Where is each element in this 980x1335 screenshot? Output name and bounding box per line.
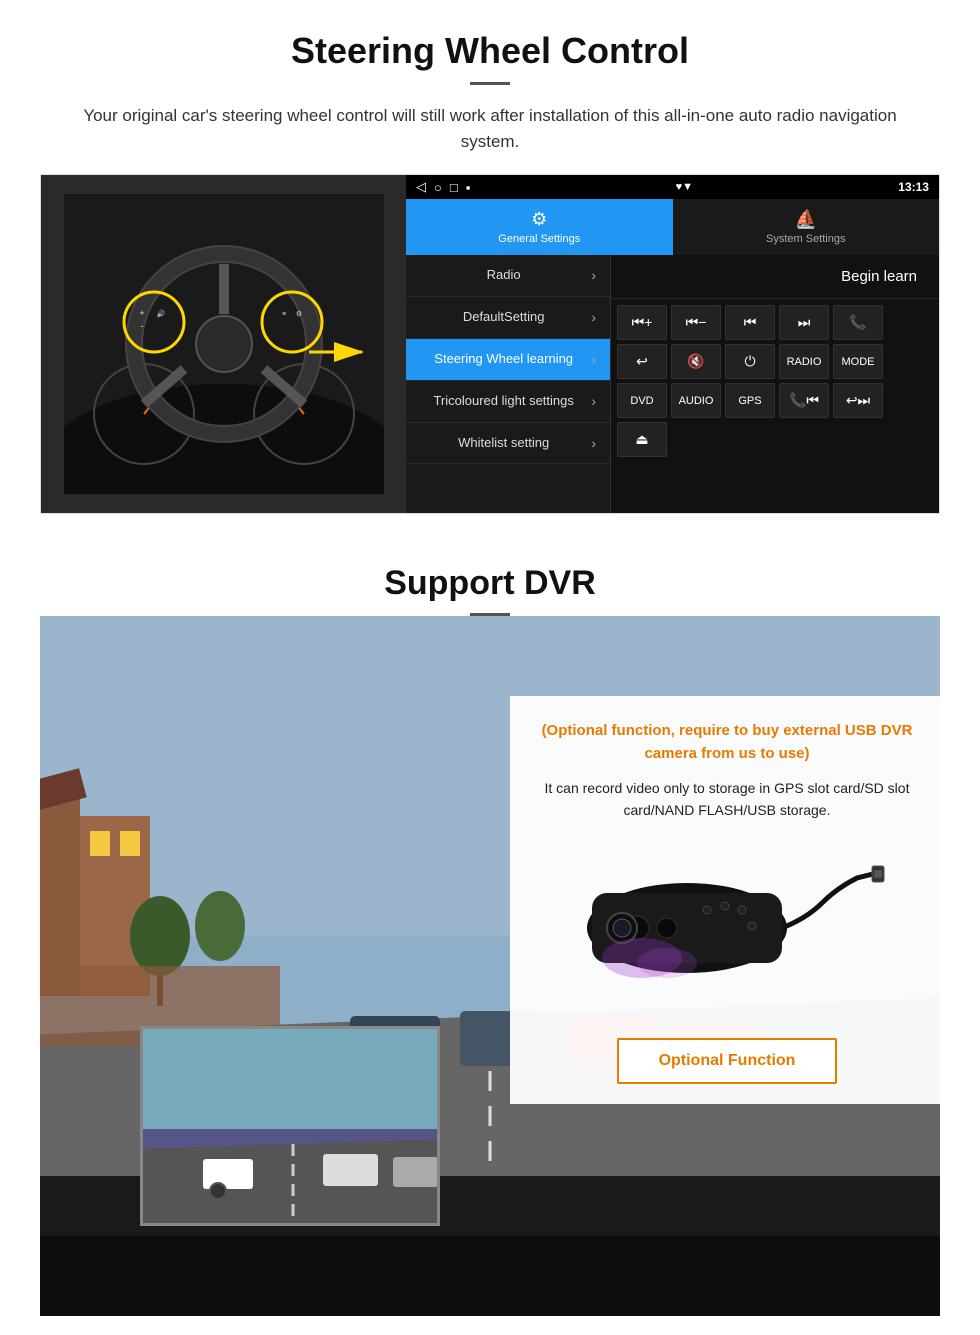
android-ui-panel: ◁ ○ □ ▪ ♥▼ 13:13 ⚙ General Settings ⛵ <box>406 175 939 513</box>
prev-icon: ⏮ <box>744 314 757 331</box>
svg-text:🔊: 🔊 <box>156 309 165 318</box>
gps-label: GPS <box>738 395 761 407</box>
dvr-camera-illustration <box>538 838 916 1018</box>
menu-icon[interactable]: ▪ <box>466 180 471 195</box>
optional-btn-container: Optional Function <box>538 1038 916 1084</box>
menu-item-radio[interactable]: Radio › <box>406 255 610 297</box>
button-row-2: ↩ 🔇 ⏻ RADIO MODE <box>617 344 933 379</box>
eject-button[interactable]: ⏏ <box>617 422 667 457</box>
svg-text:-: - <box>140 321 143 331</box>
next-icon: ⏭ <box>798 314 811 331</box>
optional-function-button[interactable]: Optional Function <box>617 1038 838 1084</box>
prev-button[interactable]: ⏮ <box>725 305 775 340</box>
mute-icon: 🔇 <box>687 353 704 370</box>
menu-item-default[interactable]: DefaultSetting › <box>406 297 610 339</box>
menu-item-whitelist[interactable]: Whitelist setting › <box>406 423 610 465</box>
steering-wheel-image: + - 🔊 ≡ ⚙ <box>41 175 406 513</box>
clock: 13:13 <box>898 180 929 194</box>
power-icon: ⏻ <box>744 353 755 370</box>
dvd-label: DVD <box>630 395 653 407</box>
steering-wheel-svg: + - 🔊 ≡ ⚙ <box>64 194 384 494</box>
status-icons: ♥▼ <box>676 181 693 193</box>
menu-default-label: DefaultSetting <box>420 309 587 326</box>
button-row-1: ⏮+ ⏮− ⏮ ⏭ 📞 <box>617 305 933 340</box>
menu-item-steering[interactable]: Steering Wheel learning › <box>406 339 610 381</box>
steering-wheel-demo: + - 🔊 ≡ ⚙ ◁ ○ □ ▪ <box>40 174 940 514</box>
gps-button[interactable]: GPS <box>725 383 775 418</box>
subtitle-text: Your original car's steering wheel contr… <box>80 103 900 154</box>
audio-label: AUDIO <box>679 395 714 407</box>
chevron-right-icon: › <box>591 267 596 283</box>
panel-content: Radio › DefaultSetting › Steering Wheel … <box>406 255 939 513</box>
title-divider <box>470 82 510 85</box>
svg-text:⚙: ⚙ <box>295 310 301 318</box>
dvr-info-card: (Optional function, require to buy exter… <box>510 696 940 1104</box>
dvr-card-title: (Optional function, require to buy exter… <box>538 720 916 765</box>
menu-whitelist-label: Whitelist setting <box>420 435 587 452</box>
section2-dvr: Support DVR <box>0 534 980 1316</box>
nav-icons: ◁ ○ □ ▪ <box>416 179 470 195</box>
menu-item-tricolour[interactable]: Tricoloured light settings › <box>406 381 610 423</box>
menu-tricolour-label: Tricoloured light settings <box>420 393 587 410</box>
vol-up-button[interactable]: ⏮+ <box>617 305 667 340</box>
phone-icon: 📞 <box>849 314 866 331</box>
mode-label: MODE <box>842 356 875 368</box>
call-button[interactable]: 📞 <box>833 305 883 340</box>
back-next-button[interactable]: ↩⏭ <box>833 383 883 418</box>
audio-button[interactable]: AUDIO <box>671 383 721 418</box>
begin-learn-button[interactable]: Begin learn <box>831 262 927 291</box>
dvr-card-body: It can record video only to storage in G… <box>538 777 916 822</box>
chevron-right-icon: › <box>591 435 596 451</box>
begin-learn-area: Begin learn <box>611 255 939 299</box>
vol-up-icon: ⏮+ <box>632 314 653 331</box>
next-button[interactable]: ⏭ <box>779 305 829 340</box>
dashcam-preview <box>140 1026 440 1226</box>
call-prev-button[interactable]: 📞⏮ <box>779 383 829 418</box>
recents-icon[interactable]: □ <box>450 180 458 195</box>
tab-general-settings[interactable]: ⚙ General Settings <box>406 199 673 255</box>
section1-steering-wheel: Steering Wheel Control Your original car… <box>0 0 980 534</box>
svg-text:≡: ≡ <box>281 311 285 318</box>
chevron-right-icon: › <box>591 393 596 409</box>
back-call-button[interactable]: ↩ <box>617 344 667 379</box>
button-row-3: DVD AUDIO GPS 📞⏮ ↩⏭ <box>617 383 933 418</box>
svg-text:+: + <box>139 308 144 318</box>
dvr-title: Support DVR <box>40 564 940 603</box>
page-title: Steering Wheel Control <box>40 30 940 72</box>
mode-button[interactable]: MODE <box>833 344 883 379</box>
home-icon[interactable]: ○ <box>434 180 442 195</box>
settings-tabs[interactable]: ⚙ General Settings ⛵ System Settings <box>406 199 939 255</box>
tab-system-settings[interactable]: ⛵ System Settings <box>673 199 940 255</box>
menu-steering-label: Steering Wheel learning <box>420 351 587 368</box>
function-buttons: ⏮+ ⏮− ⏮ ⏭ 📞 ↩ 🔇 ⏻ RADIO MODE <box>611 299 939 463</box>
chevron-right-icon: › <box>591 351 596 367</box>
button-row-4: ⏏ <box>617 422 933 457</box>
steering-right-panel: Begin learn ⏮+ ⏮− ⏮ ⏭ 📞 ↩ <box>611 255 939 513</box>
tab-system-label: System Settings <box>766 233 845 245</box>
radio-label: RADIO <box>787 356 822 368</box>
hangup-icon: ↩ <box>636 353 648 370</box>
system-icon: ⛵ <box>795 209 817 230</box>
vol-down-icon: ⏮− <box>686 314 707 331</box>
dvd-button[interactable]: DVD <box>617 383 667 418</box>
camera-svg <box>567 848 887 1008</box>
status-bar: ◁ ○ □ ▪ ♥▼ 13:13 <box>406 175 939 199</box>
preview-svg <box>143 1029 440 1226</box>
power-button[interactable]: ⏻ <box>725 344 775 379</box>
back-icon[interactable]: ◁ <box>416 179 426 195</box>
chevron-right-icon: › <box>591 309 596 325</box>
call-prev-icon: 📞⏮ <box>789 392 819 409</box>
mute-button[interactable]: 🔇 <box>671 344 721 379</box>
back-next-icon: ↩⏭ <box>846 392 870 409</box>
dvr-visual-area: (Optional function, require to buy exter… <box>40 616 940 1316</box>
vol-down-button[interactable]: ⏮− <box>671 305 721 340</box>
settings-menu: Radio › DefaultSetting › Steering Wheel … <box>406 255 611 513</box>
tab-general-label: General Settings <box>498 233 580 245</box>
eject-icon: ⏏ <box>635 431 648 448</box>
signal-icon: ♥▼ <box>676 181 693 193</box>
menu-radio-label: Radio <box>420 267 587 284</box>
gear-icon: ⚙ <box>531 209 547 230</box>
radio-button[interactable]: RADIO <box>779 344 829 379</box>
